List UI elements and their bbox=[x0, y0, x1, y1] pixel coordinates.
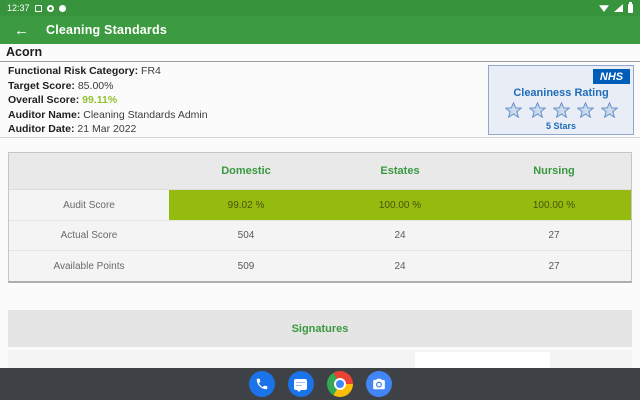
audit-score-domestic: 99.02 % bbox=[169, 190, 323, 220]
actual-score-domestic: 504 bbox=[237, 230, 255, 241]
wifi-icon bbox=[599, 5, 609, 12]
stars-count-label: 5 Stars bbox=[545, 121, 577, 131]
app-screen: 12:37 ← Cleaning Standards Acorn Functio… bbox=[0, 0, 640, 400]
chrome-icon[interactable] bbox=[326, 371, 353, 397]
table-header-empty-cell bbox=[9, 153, 169, 189]
section-divider bbox=[0, 137, 640, 138]
overall-score-value: 99.11% bbox=[82, 94, 118, 107]
available-points-nursing: 27 bbox=[548, 260, 560, 272]
back-button[interactable]: ← bbox=[14, 23, 29, 38]
star-icon bbox=[600, 102, 618, 118]
column-header-nursing: Nursing bbox=[533, 165, 575, 177]
column-header-estates: Estates bbox=[380, 165, 420, 177]
battery-icon bbox=[628, 1, 633, 13]
table-row-actual-score: Actual Score 504 24 27 bbox=[9, 221, 631, 251]
audit-info-list: Functional Risk Category: FR4 Target Sco… bbox=[0, 64, 380, 137]
star-rating bbox=[489, 102, 633, 118]
clock: 12:37 bbox=[7, 3, 30, 13]
scores-table: Domestic Estates Nursing Audit Score 99.… bbox=[8, 152, 632, 283]
info-row-overall-score: Overall Score: 99.11% bbox=[8, 94, 118, 107]
cell-signal-icon bbox=[614, 4, 623, 12]
available-points-domestic: 509 bbox=[237, 260, 255, 272]
column-header-domestic: Domestic bbox=[221, 165, 271, 177]
star-icon bbox=[552, 102, 570, 118]
notification-dot-icon bbox=[58, 4, 66, 12]
notification-circle-icon bbox=[46, 4, 54, 12]
table-row-audit-score: Audit Score 99.02 % 100.00 % 100.00 % bbox=[9, 190, 631, 221]
signature-field[interactable] bbox=[415, 352, 550, 368]
site-name-heading: Acorn bbox=[0, 44, 640, 62]
star-icon bbox=[528, 102, 546, 118]
available-points-estates: 24 bbox=[394, 260, 406, 272]
app-bar-title: Cleaning Standards bbox=[46, 23, 167, 37]
info-row-auditor-name: Auditor Name: Cleaning Standards Admin bbox=[8, 108, 208, 121]
actual-score-estates: 24 bbox=[394, 230, 406, 241]
rating-card-title: Cleaniness Rating bbox=[513, 87, 609, 99]
info-row-target-score: Target Score: 85.00% bbox=[8, 79, 114, 92]
phone-icon[interactable] bbox=[248, 371, 275, 397]
table-row-available-points: Available Points 509 24 27 bbox=[9, 251, 631, 281]
star-icon bbox=[576, 102, 594, 118]
messages-icon[interactable] bbox=[287, 371, 314, 397]
signatures-body bbox=[8, 350, 632, 368]
actual-score-nursing: 27 bbox=[548, 230, 560, 241]
table-header-row: Domestic Estates Nursing bbox=[9, 153, 631, 190]
info-row-auditor-date: Auditor Date: 21 Mar 2022 bbox=[8, 123, 137, 136]
signatures-header: Signatures bbox=[8, 310, 632, 347]
camera-icon[interactable] bbox=[365, 371, 392, 397]
nhs-logo: NHS bbox=[593, 69, 630, 84]
app-bar: ← Cleaning Standards bbox=[0, 16, 640, 44]
notification-square-icon bbox=[34, 4, 42, 12]
cleanliness-rating-card: NHS Cleaniness Rating 5 Stars bbox=[488, 65, 634, 135]
star-icon bbox=[504, 102, 522, 118]
audit-score-estates: 100.00 % bbox=[323, 190, 477, 220]
info-row-functional-risk: Functional Risk Category: FR4 bbox=[8, 65, 161, 77]
audit-score-nursing: 100.00 % bbox=[477, 190, 631, 220]
status-bar: 12:37 bbox=[0, 0, 640, 16]
dock bbox=[0, 368, 640, 400]
